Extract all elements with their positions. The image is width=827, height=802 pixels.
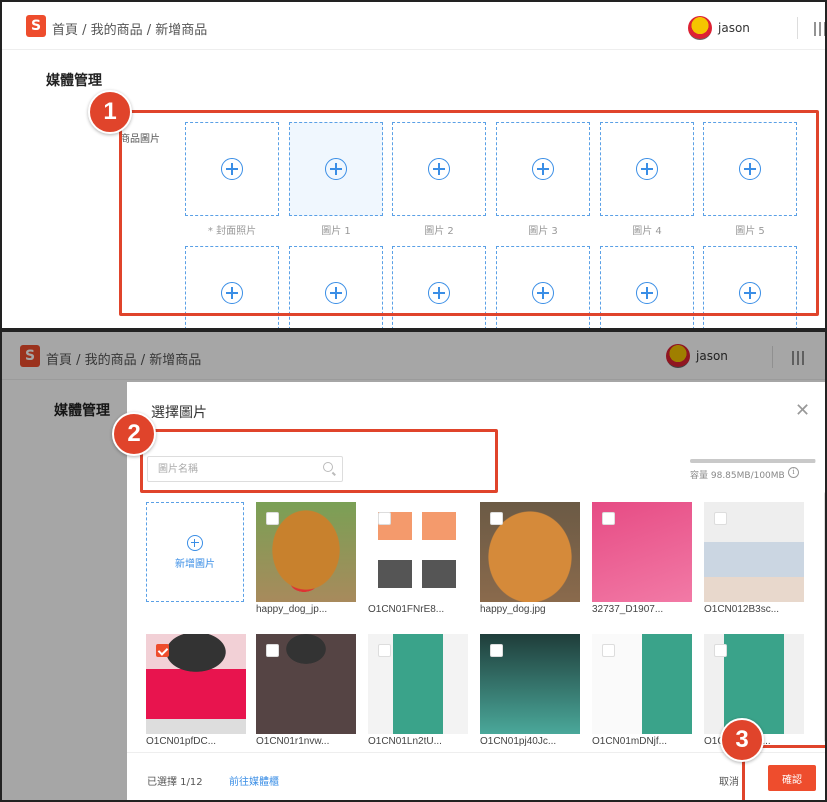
thumbnail-filename: O1CN01Ln2tU... xyxy=(368,736,442,747)
image-thumbnail[interactable]: happy_dog_jp... xyxy=(256,502,356,615)
select-image-panel: S 首頁 / 我的商品 / 新增商品 jason 媒體管理 選擇圖片 ✕ 容量 … xyxy=(0,330,827,802)
checkbox[interactable] xyxy=(602,644,615,657)
avatar xyxy=(688,16,712,40)
callout-badge-2: 2 xyxy=(112,412,156,456)
thumbnail-filename: O1CN01FNrE8... xyxy=(368,604,445,615)
image-thumbnail[interactable]: O1CN01pj40Jc... xyxy=(480,634,580,747)
thumbnail-image xyxy=(146,634,246,734)
go-to-media-library-link[interactable]: 前往媒體櫃 xyxy=(229,773,279,788)
image-thumbnail[interactable]: O1CN01pfDC... xyxy=(146,634,246,747)
image-thumbnail[interactable]: O1CN01Ln2tU... xyxy=(368,634,468,747)
selected-count: 已選擇 1/12 xyxy=(147,777,203,788)
image-thumbnail[interactable]: O1CN01mDNjf... xyxy=(592,634,692,747)
image-thumbnail[interactable]: 32737_D1907... xyxy=(592,502,692,615)
modal-footer: 已選擇 1/12 前往媒體櫃 取消 確認 xyxy=(127,752,825,800)
thumbnail-image xyxy=(480,502,580,602)
capacity-bar xyxy=(690,459,816,463)
cancel-button[interactable]: 取消 xyxy=(719,773,739,788)
capacity-text: 容量 98.85MB/100MB xyxy=(690,471,785,481)
thumbnail-image xyxy=(256,502,356,602)
section-title: 媒體管理 xyxy=(46,73,102,89)
checkbox[interactable] xyxy=(714,644,727,657)
thumbnail-filename: O1CN01pj40Jc... xyxy=(480,736,557,747)
checkbox[interactable] xyxy=(266,644,279,657)
callout-badge-3: 3 xyxy=(720,718,764,762)
info-icon[interactable]: i xyxy=(788,467,799,478)
apps-grid-icon[interactable] xyxy=(814,22,825,36)
user-menu[interactable]: jason xyxy=(688,16,750,40)
thumbnail-image xyxy=(368,634,468,734)
close-icon[interactable]: ✕ xyxy=(795,400,810,421)
thumbnail-filename: happy_dog.jpg xyxy=(480,604,546,615)
thumbnail-image xyxy=(480,634,580,734)
thumbnail-filename: O1CN01pfDC... xyxy=(146,736,217,747)
breadcrumb[interactable]: 首頁 / 我的商品 / 新增商品 xyxy=(52,19,207,38)
plus-circle-icon xyxy=(187,534,203,551)
checkbox[interactable] xyxy=(714,512,727,525)
image-thumbnail[interactable]: O1CN01r1nvw... xyxy=(256,634,356,747)
thumbnail-filename: O1CN01mDNjf... xyxy=(592,736,668,747)
thumbnail-filename: O1CN01r1nvw... xyxy=(256,736,330,747)
capacity-bar-fill xyxy=(690,459,815,463)
add-image-label: 新增圖片 xyxy=(175,558,215,570)
thumbnail-image xyxy=(368,502,468,602)
callout-box-1 xyxy=(119,110,819,316)
product-page-panel: S 首頁 / 我的商品 / 新增商品 jason 媒體管理 商品圖片 * 封面照… xyxy=(0,0,827,330)
checkbox[interactable] xyxy=(602,512,615,525)
checkbox[interactable] xyxy=(156,644,169,657)
thumbnail-image xyxy=(704,634,804,734)
username: jason xyxy=(718,21,750,35)
checkbox[interactable] xyxy=(490,644,503,657)
image-thumbnail[interactable]: O1CN012B3sc... xyxy=(704,502,804,615)
checkbox[interactable] xyxy=(378,512,391,525)
callout-badge-1: 1 xyxy=(88,90,132,134)
checkbox[interactable] xyxy=(266,512,279,525)
thumbnail-image xyxy=(592,502,692,602)
top-header: S 首頁 / 我的商品 / 新增商品 jason xyxy=(2,2,825,50)
thumbnail-filename: happy_dog_jp... xyxy=(256,604,328,615)
thumbnail-image xyxy=(592,634,692,734)
thumbnail-image xyxy=(704,502,804,602)
image-thumbnail[interactable]: O1CN01FNrE8... xyxy=(368,502,468,615)
thumbnail-filename: O1CN012B3sc... xyxy=(704,604,780,615)
checkbox[interactable] xyxy=(490,512,503,525)
checkbox[interactable] xyxy=(378,644,391,657)
callout-box-2 xyxy=(140,429,498,493)
thumbnail-filename: 32737_D1907... xyxy=(592,604,664,615)
modal-title: 選擇圖片 xyxy=(151,405,207,421)
add-image-button[interactable]: 新增圖片 xyxy=(146,502,244,602)
thumbnail-image xyxy=(256,634,356,734)
divider xyxy=(797,17,798,39)
shopee-logo[interactable]: S xyxy=(26,15,46,37)
image-thumbnail[interactable]: happy_dog.jpg xyxy=(480,502,580,615)
